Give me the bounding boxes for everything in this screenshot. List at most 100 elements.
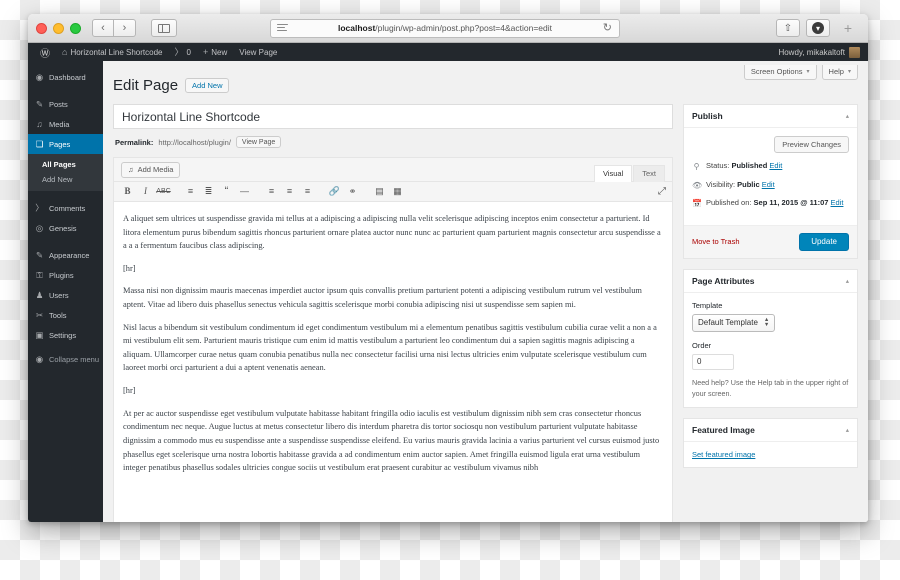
media-icon: ♫	[36, 118, 43, 129]
kitchen-sink-icon[interactable]: ▦	[389, 184, 406, 200]
published-text: Published on: Sep 11, 2015 @ 11:07 Edit	[706, 198, 843, 209]
close-window-button[interactable]	[36, 22, 47, 34]
howdy-label: Howdy, mikakaltoft	[778, 47, 845, 57]
set-featured-image-link[interactable]: Set featured image	[692, 450, 755, 459]
site-name-menu[interactable]: ⌂ Horizontal Line Shortcode	[56, 43, 169, 61]
chevron-up-icon[interactable]: ▴	[846, 277, 849, 285]
link-icon[interactable]: 🔗	[326, 184, 343, 200]
template-select[interactable]: Default Template ▲ ▼	[692, 313, 776, 332]
sidebar-item-comments[interactable]: 〉 Comments	[28, 198, 103, 218]
strikethrough-icon[interactable]: ABC	[155, 184, 172, 200]
editor-paragraph: At per ac auctor suspendisse eget vestib…	[123, 408, 660, 473]
sidebar-item-label: Media	[49, 119, 70, 129]
sidebar-item-appearance[interactable]: ✎ Appearance	[28, 245, 103, 265]
wp-logo-menu[interactable]: Ⓦ	[34, 43, 56, 61]
bullet-list-icon[interactable]: ≡	[182, 184, 199, 200]
status-value: Published	[731, 161, 768, 170]
post-editor-layout: Horizontal Line Shortcode Permalink: htt…	[113, 104, 858, 522]
downloads-button[interactable]: ▾	[806, 19, 830, 37]
new-content-menu[interactable]: + New	[197, 43, 233, 61]
move-to-trash-link[interactable]: Move to Trash	[692, 237, 740, 246]
window-controls	[36, 22, 81, 34]
wordpress-logo-icon: Ⓦ	[40, 48, 50, 60]
visibility-label: Visibility:	[706, 179, 736, 189]
order-input[interactable]: 0	[692, 353, 734, 370]
featured-image-header[interactable]: Featured Image ▴	[684, 419, 857, 443]
chevron-up-icon[interactable]: ▴	[846, 426, 849, 434]
add-new-button[interactable]: Add New	[185, 78, 230, 93]
sidebar-item-media[interactable]: ♫ Media	[28, 114, 103, 134]
publish-box-header[interactable]: Publish ▴	[684, 105, 857, 128]
preview-changes-button[interactable]: Preview Changes	[774, 136, 849, 153]
plugins-icon: ⚿	[36, 269, 43, 280]
fullscreen-toggle-icon[interactable]: ⤢	[658, 186, 666, 197]
status-text: Status: Published Edit	[706, 161, 782, 172]
tab-text[interactable]: Text	[633, 165, 665, 182]
editor-paragraph: Massa nisi non dignissim mauris maecenas…	[123, 286, 642, 310]
published-edit-link[interactable]: Edit	[831, 198, 844, 207]
status-edit-link[interactable]: Edit	[769, 161, 782, 170]
add-media-button[interactable]: ♫ Add Media	[121, 161, 181, 178]
chevron-updown-icon: ▲ ▼	[763, 316, 770, 328]
eye-icon: 👁	[692, 180, 703, 190]
page-attributes-box: Page Attributes ▴ Template Default Templ…	[683, 268, 858, 409]
chevron-up-icon[interactable]: ▴	[846, 112, 849, 120]
sidebar-item-label: Dashboard	[49, 72, 86, 82]
new-tab-button[interactable]: +	[836, 19, 860, 37]
media-icon: ♫	[128, 165, 134, 174]
bold-icon[interactable]: B	[119, 184, 136, 200]
read-more-icon[interactable]: ▤	[371, 184, 388, 200]
sidebar-item-pages[interactable]: ❏ Pages	[28, 134, 103, 154]
sidebar-item-settings[interactable]: ▣ Settings	[28, 325, 103, 345]
address-bar[interactable]: localhost/plugin/wp-admin/post.php?post=…	[270, 18, 620, 38]
submenu-item-add-new[interactable]: Add New	[28, 172, 103, 187]
publish-box-body: Preview Changes ⚲ Status: Published Edit…	[684, 128, 857, 225]
comments-menu[interactable]: 〉 0	[169, 43, 197, 61]
horizontal-rule-icon[interactable]: —	[236, 184, 253, 200]
visibility-row: 👁 Visibility: Public Edit	[692, 180, 849, 192]
sidebar-item-label: Posts	[49, 99, 68, 109]
editor-content-body[interactable]: A aliquet sem ultrices ut suspendisse gr…	[114, 202, 672, 522]
forward-button[interactable]: ›	[114, 19, 136, 37]
attributes-help-note: Need help? Use the Help tab in the upper…	[692, 377, 849, 398]
post-title-input[interactable]: Horizontal Line Shortcode	[113, 104, 673, 129]
update-button[interactable]: Update	[799, 232, 849, 251]
view-page-button[interactable]: View Page	[235, 136, 282, 148]
blockquote-icon[interactable]: “	[218, 184, 235, 200]
collapse-menu-button[interactable]: ◉ Collapse menu	[28, 349, 103, 369]
visibility-edit-link[interactable]: Edit	[762, 180, 775, 189]
featured-image-box: Featured Image ▴ Set featured image	[683, 418, 858, 469]
reader-view-icon[interactable]	[277, 23, 288, 33]
share-button[interactable]: ⇧	[776, 19, 800, 37]
help-button[interactable]: Help ▾	[821, 65, 858, 80]
sidebar-item-label: Users	[49, 290, 69, 300]
align-left-icon[interactable]: ≡	[263, 184, 280, 200]
sidebar-item-posts[interactable]: ✎ Posts	[28, 94, 103, 114]
sidebar-item-tools[interactable]: ✂ Tools	[28, 305, 103, 325]
howdy-menu[interactable]: Howdy, mikakaltoft	[778, 46, 868, 58]
italic-icon[interactable]: I	[137, 184, 154, 200]
view-page-link[interactable]: View Page	[233, 43, 283, 61]
minimize-window-button[interactable]	[53, 22, 64, 34]
reload-icon[interactable]: ↻	[603, 22, 612, 34]
submenu-item-all-pages[interactable]: All Pages	[28, 157, 103, 172]
editor-toolbar: B I ABC ≡ ≣ “ — ≡ ≡ ≡ 🔗 ⚭ ▤ ▦ ⤢	[114, 182, 672, 202]
page-attributes-header[interactable]: Page Attributes ▴	[684, 270, 857, 293]
page-title: Edit Page	[113, 77, 179, 94]
screen-options-button[interactable]: Screen Options ▾	[743, 65, 817, 80]
screen-meta-links: Screen Options ▾ Help ▾	[743, 65, 858, 80]
sidebar-item-dashboard[interactable]: ◉ Dashboard	[28, 67, 103, 87]
tab-visual[interactable]: Visual	[593, 165, 633, 182]
add-media-label: Add Media	[137, 165, 174, 174]
unlink-icon[interactable]: ⚭	[344, 184, 361, 200]
align-right-icon[interactable]: ≡	[299, 184, 316, 200]
align-center-icon[interactable]: ≡	[281, 184, 298, 200]
admin-content-area: Screen Options ▾ Help ▾ Edit Page Add Ne…	[103, 61, 868, 522]
sidebar-item-plugins[interactable]: ⚿ Plugins	[28, 265, 103, 285]
numbered-list-icon[interactable]: ≣	[200, 184, 217, 200]
sidebar-item-users[interactable]: ♟ Users	[28, 285, 103, 305]
sidebar-item-genesis[interactable]: ◎ Genesis	[28, 218, 103, 238]
show-sidebar-button[interactable]	[151, 19, 177, 37]
back-button[interactable]: ‹	[92, 19, 114, 37]
maximize-window-button[interactable]	[70, 22, 81, 34]
